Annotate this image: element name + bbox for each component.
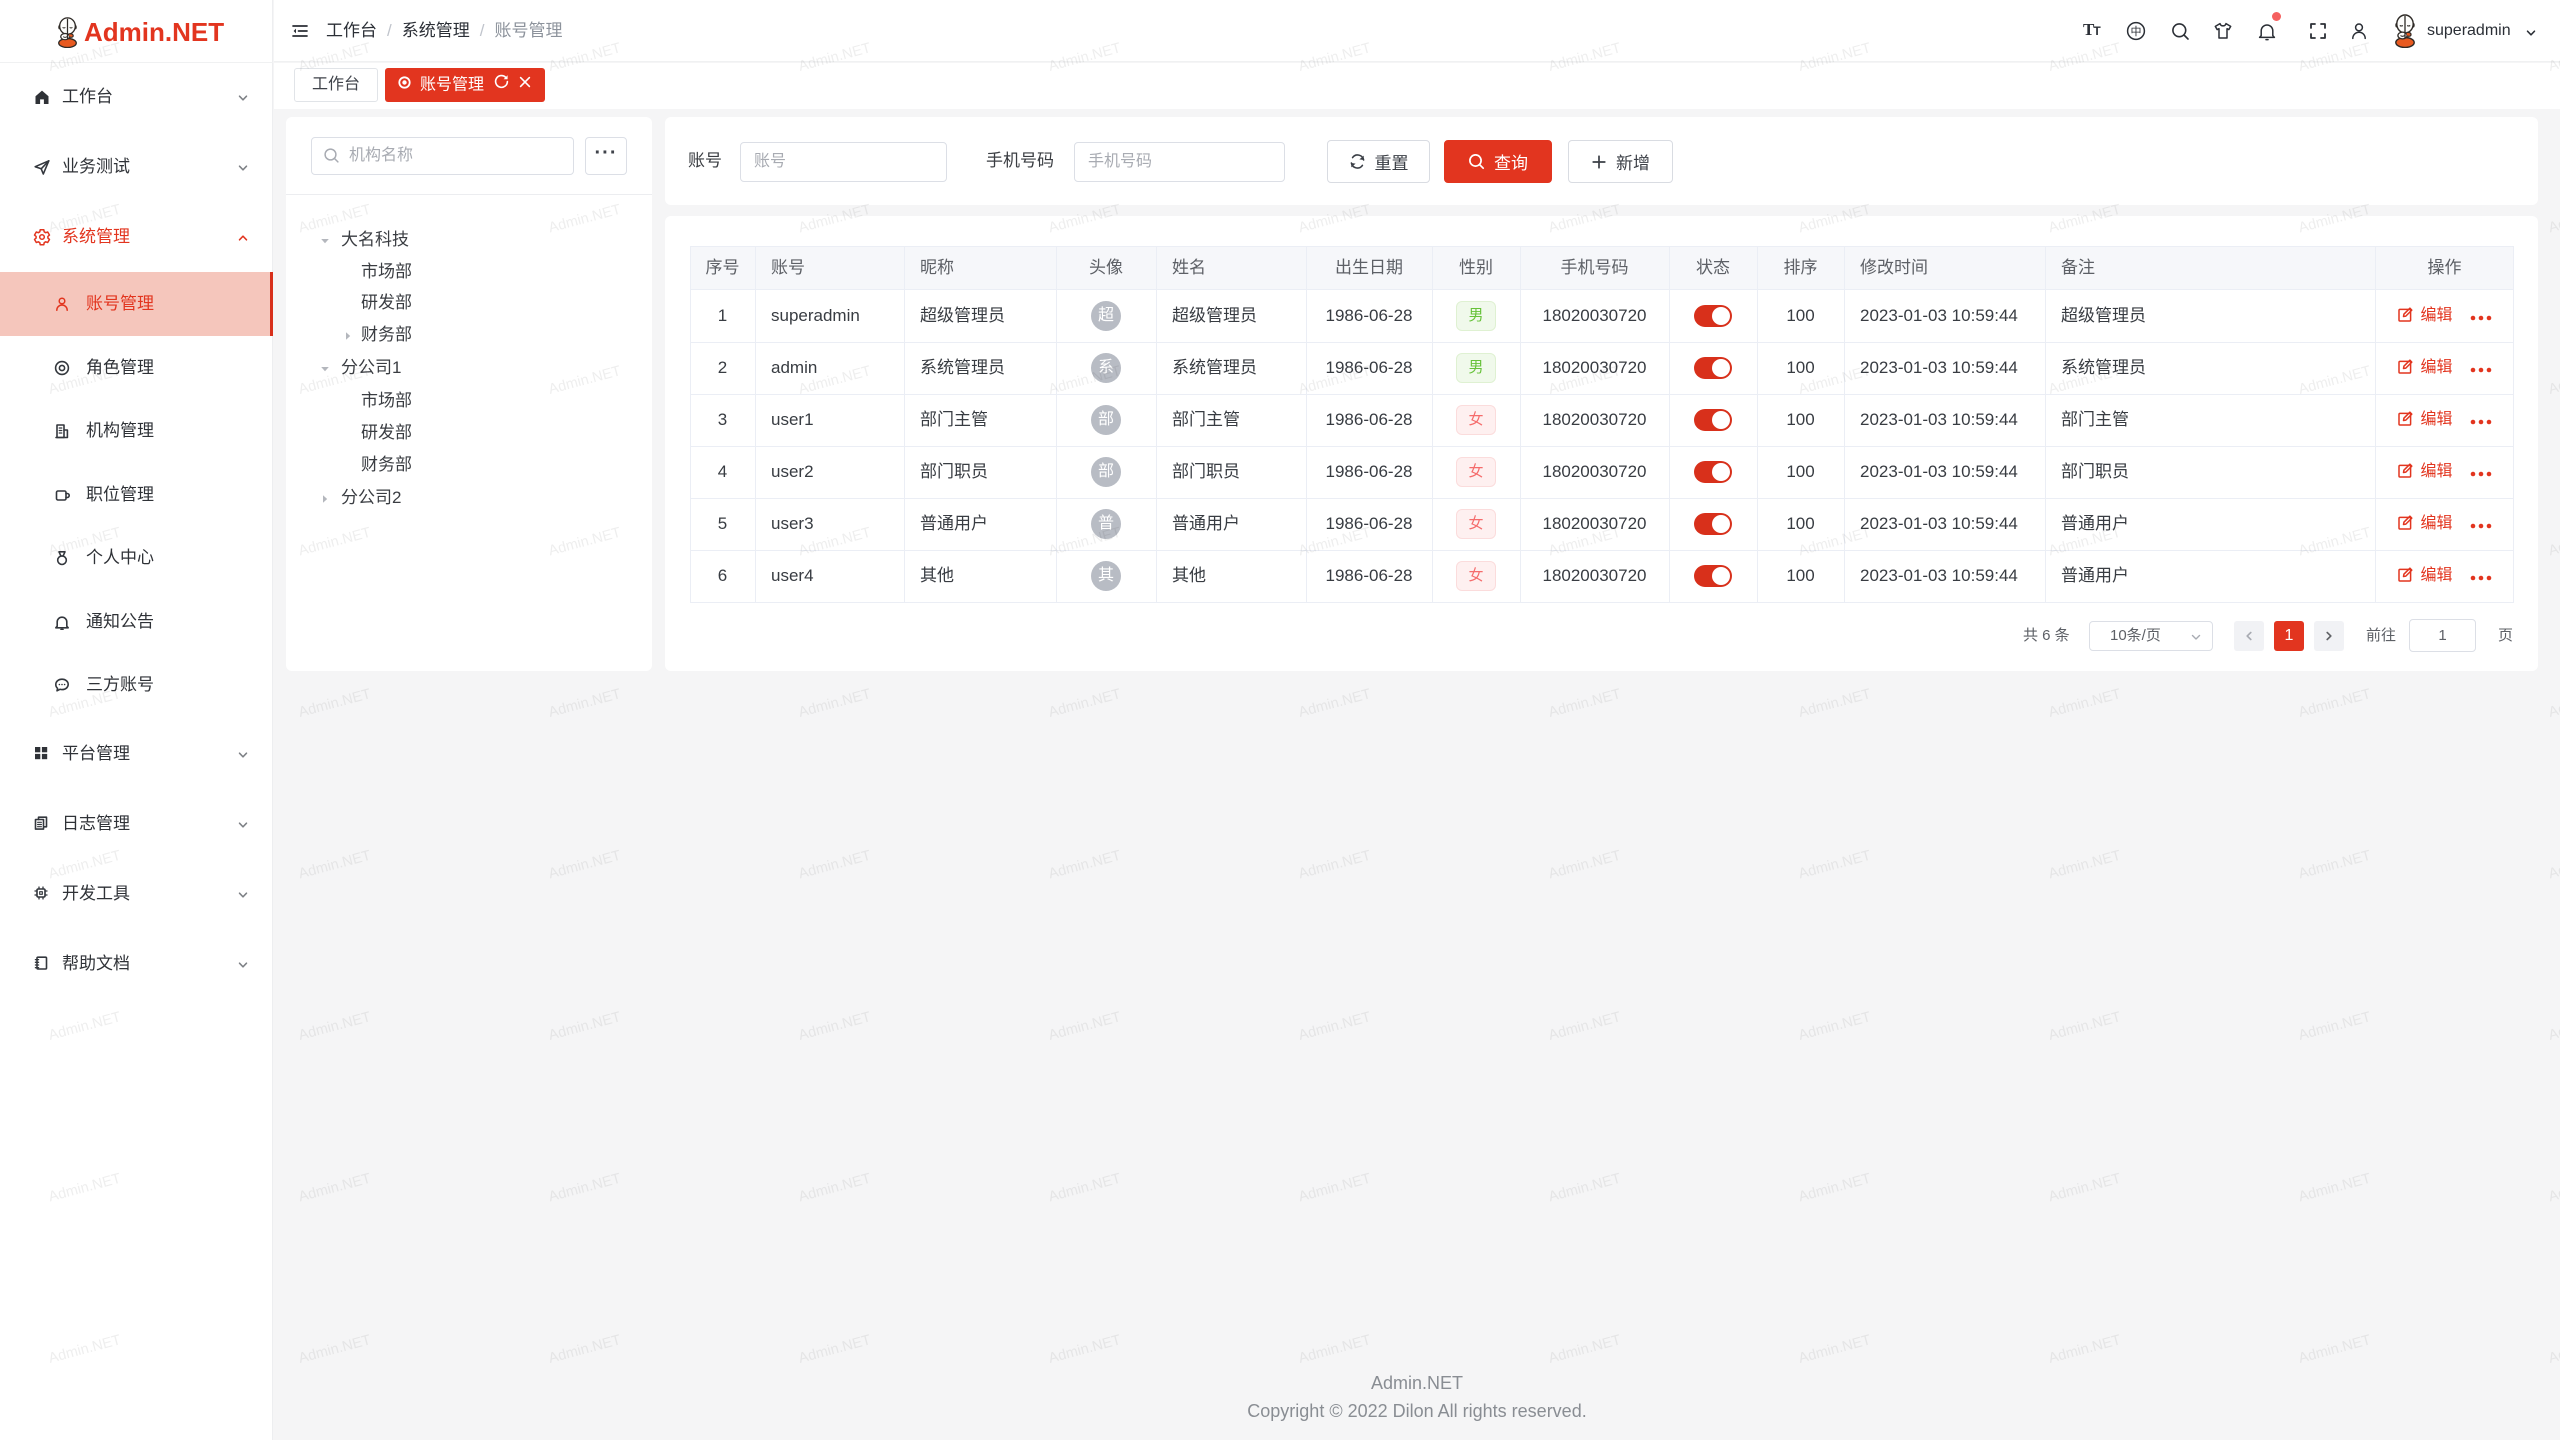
svg-text:中: 中 — [2131, 25, 2142, 38]
